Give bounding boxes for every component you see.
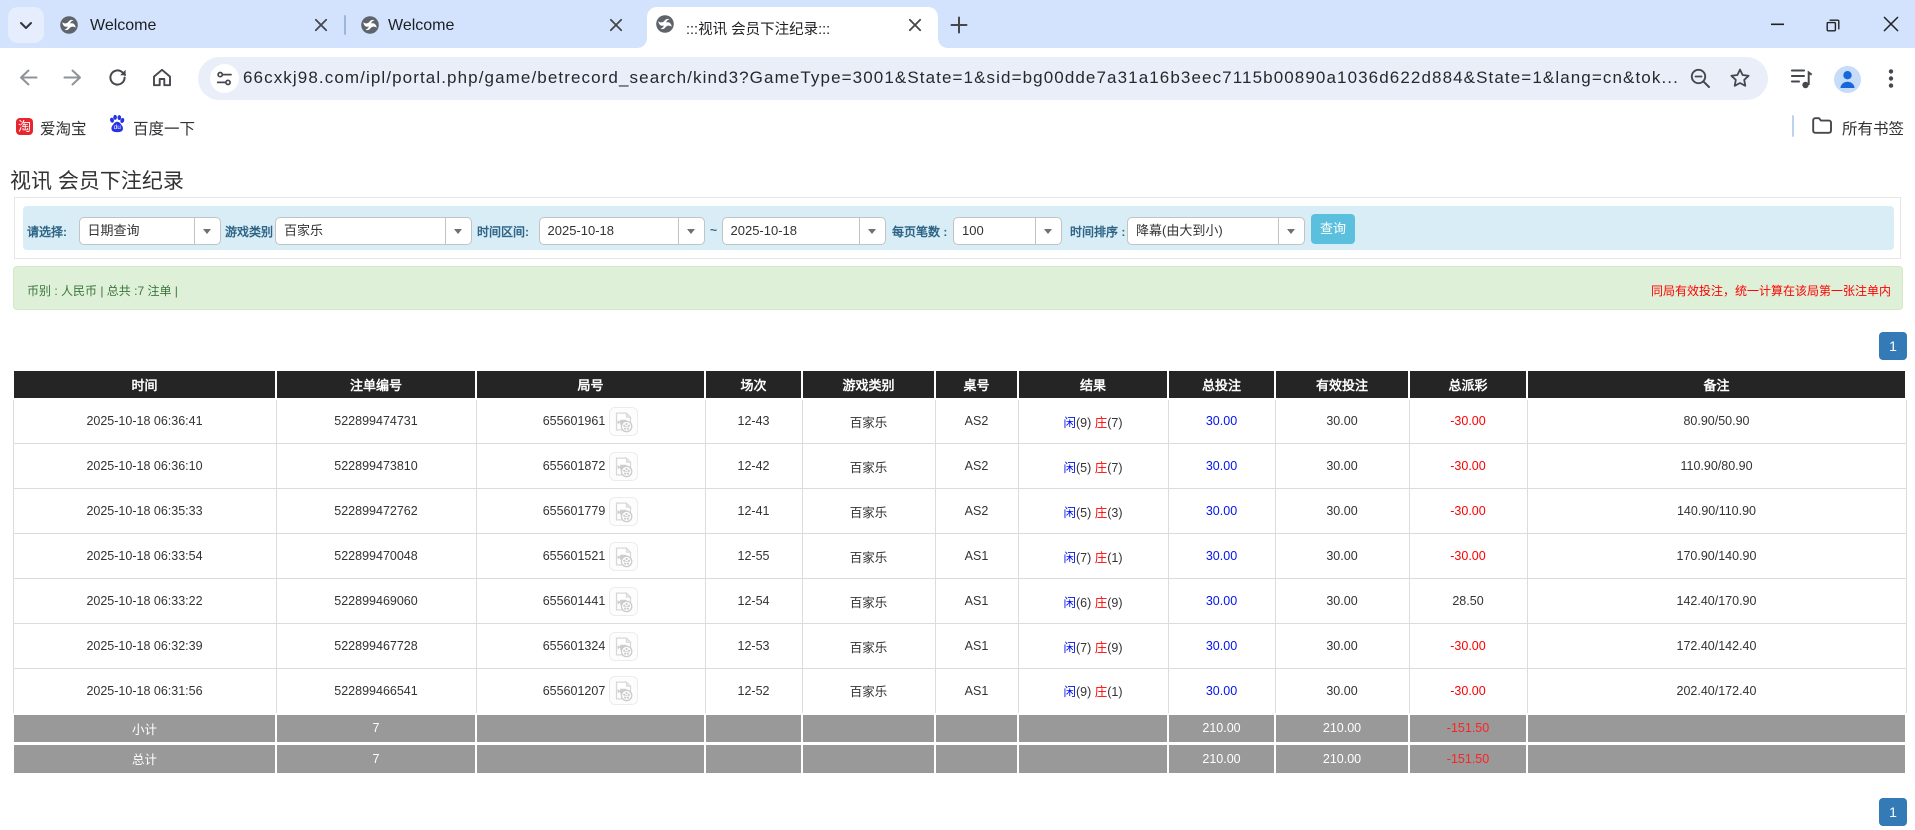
svg-text:du: du [114, 124, 122, 131]
